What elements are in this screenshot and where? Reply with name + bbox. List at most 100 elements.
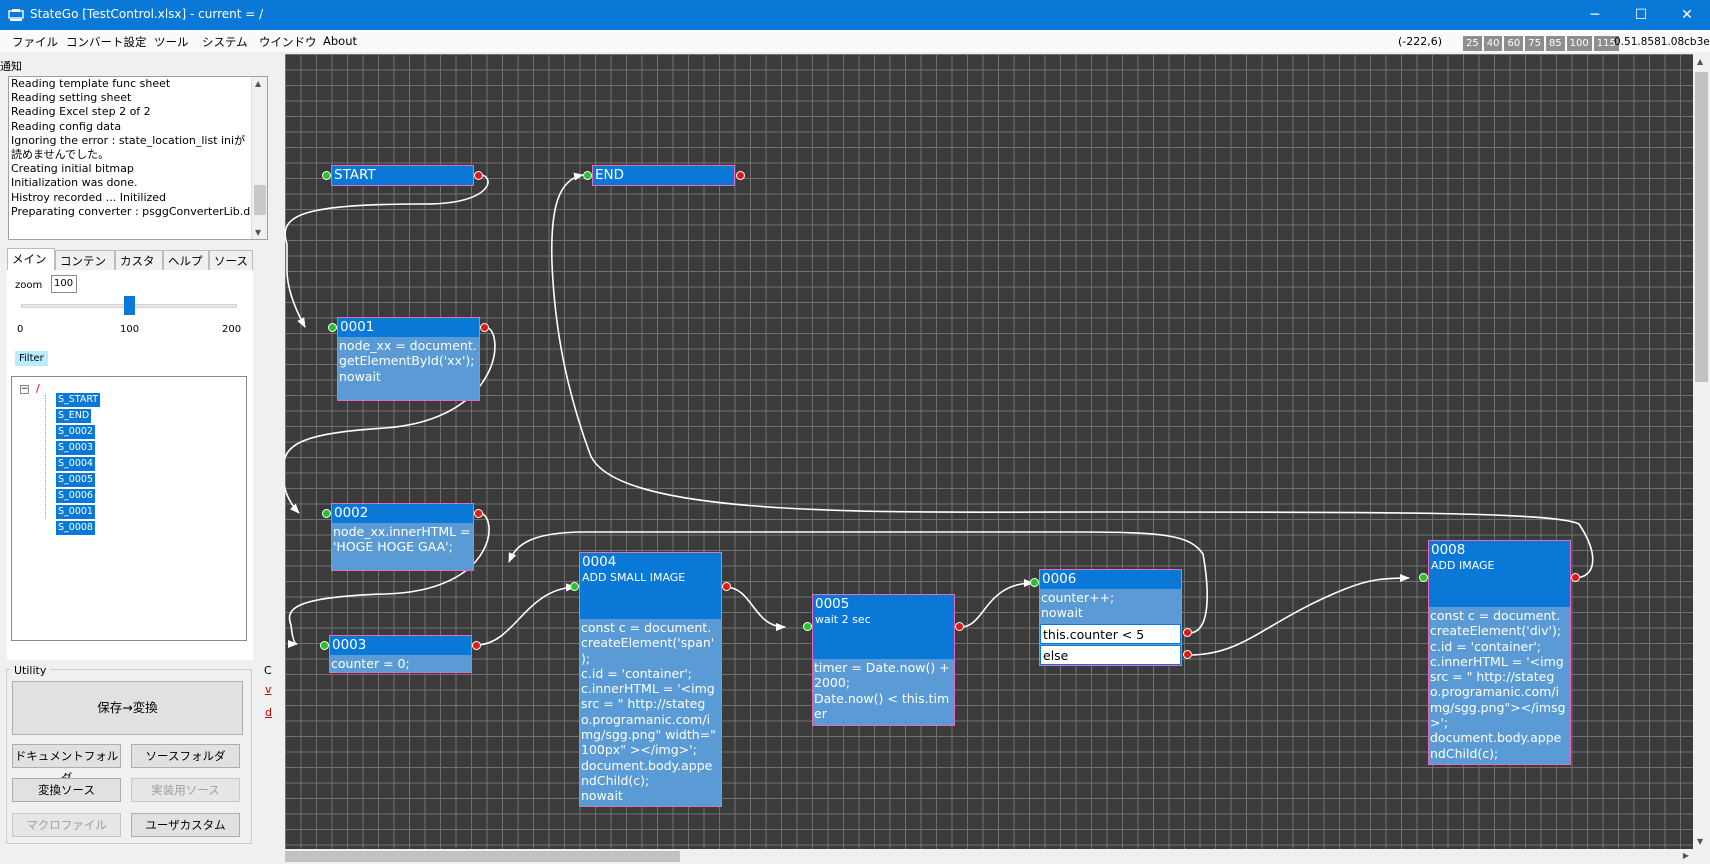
menu-about[interactable]: About (323, 34, 357, 48)
canvas-vertical-thumb[interactable] (1695, 72, 1708, 382)
canvas-vertical-scrollbar[interactable]: ▲ ▼ (1693, 54, 1710, 849)
menu-convert-settings[interactable]: コンバート設定 (66, 34, 147, 50)
state-0003-header: 0003 (330, 636, 471, 655)
log-line: 読めませんでした。 (11, 148, 110, 162)
zoom-chip-40[interactable]: 40 (1483, 36, 1503, 51)
0004-in-port[interactable] (570, 582, 579, 591)
start-out-port[interactable] (474, 171, 483, 180)
tree-item-s-start[interactable]: S_START (56, 393, 101, 407)
menu-file[interactable]: ファイル (12, 34, 58, 50)
title-bar[interactable]: StateGo [TestControl.xlsx] - current = /… (0, 0, 1710, 30)
macro-file-button[interactable]: マクロファイル (12, 813, 121, 837)
zoom-chip-85[interactable]: 85 (1545, 36, 1565, 51)
0002-in-port[interactable] (322, 509, 331, 518)
0006-in-port[interactable] (1030, 578, 1039, 587)
menu-window[interactable]: ウインドウ (259, 34, 317, 50)
tree-item-s-end[interactable]: S_END (56, 409, 92, 423)
save-convert-button[interactable]: 保存→変換 (12, 681, 243, 735)
0008-out-port[interactable] (1571, 573, 1580, 582)
state-0005-header: 0005 wait 2 sec (813, 595, 954, 659)
zoom-chip-60[interactable]: 60 (1504, 36, 1524, 51)
menu-tools[interactable]: ツール (154, 34, 189, 50)
zoom-chip-100[interactable]: 100 (1566, 36, 1592, 51)
close-button[interactable]: ✕ (1664, 0, 1710, 30)
zoom-input[interactable]: 100 (51, 275, 77, 293)
impl-source-button[interactable]: 実装用ソース (131, 778, 240, 802)
canvas-scroll-down-icon[interactable]: ▼ (1697, 837, 1703, 846)
0004-out-port[interactable] (722, 582, 731, 591)
0003-out-port[interactable] (472, 641, 481, 650)
0002-out-port[interactable] (474, 509, 483, 518)
branch-counter-less-than-5[interactable]: this.counter < 5 (1040, 624, 1181, 644)
state-end[interactable]: END (592, 165, 735, 186)
state-0008[interactable]: 0008 ADD IMAGE const c = document. creat… (1428, 540, 1571, 765)
tab-main[interactable]: メイン (7, 248, 55, 271)
tab-source[interactable]: ソース (209, 250, 253, 270)
menu-system[interactable]: システム (202, 34, 248, 50)
0003-in-port[interactable] (320, 641, 329, 650)
tree-item-s-0005[interactable]: S_0005 (56, 473, 95, 487)
zoom-slider-thumb[interactable] (123, 296, 135, 315)
log-line: Creating initial bitmap (11, 162, 134, 176)
collapse-icon[interactable]: − (20, 385, 29, 394)
clipped-link-v[interactable]: v (265, 683, 272, 696)
connector-0004-to-0005 (724, 586, 786, 631)
document-folder-button[interactable]: ドキュメントフォルダ (12, 744, 121, 785)
state-0006[interactable]: 0006 counter++; nowait this.counter < 5 … (1039, 569, 1182, 666)
clipped-link-d[interactable]: d (265, 706, 272, 719)
state-0003[interactable]: 0003 counter = 0; (329, 635, 472, 673)
state-start[interactable]: START (331, 165, 474, 186)
zoom-chip-25[interactable]: 25 (1463, 36, 1482, 51)
state-0004[interactable]: 0004 ADD SMALL IMAGE const c = document.… (579, 552, 722, 807)
convert-source-button[interactable]: 変換ソース (12, 778, 121, 802)
state-0005-text: timer = Date.now() + 2000; Date.now() < … (814, 660, 950, 721)
end-in-port[interactable] (583, 171, 592, 180)
filter-button[interactable]: Filter (15, 351, 48, 366)
tab-help[interactable]: ヘルプ (163, 250, 209, 270)
state-canvas[interactable]: START END 0001 node_xx = document. getEl… (285, 54, 1693, 849)
zoom-presets: 25 40 60 75 85 100 115 (1463, 36, 1621, 51)
0006-branch1-out-port[interactable] (1183, 628, 1192, 637)
0008-in-port[interactable] (1419, 573, 1428, 582)
minimize-button[interactable]: ─ (1572, 0, 1618, 30)
0005-in-port[interactable] (803, 622, 812, 631)
tree-item-s-0001[interactable]: S_0001 (56, 505, 95, 519)
tree-item-s-0006[interactable]: S_0006 (56, 489, 95, 503)
log-scroll-thumb[interactable] (254, 185, 266, 215)
tree-item-s-0008[interactable]: S_0008 (56, 521, 95, 535)
connector-0003-to-0004 (476, 583, 576, 646)
state-0005-name: 0005 (815, 596, 850, 612)
canvas-scroll-up-icon[interactable]: ▲ (1697, 57, 1703, 66)
source-folder-button[interactable]: ソースフォルダ (131, 744, 240, 768)
notice-log[interactable]: Reading template func sheet Reading sett… (8, 76, 268, 240)
scroll-up-icon[interactable]: ▲ (255, 79, 261, 88)
0001-in-port[interactable] (328, 323, 337, 332)
tree-item-s-0002[interactable]: S_0002 (56, 425, 95, 439)
log-scrollbar[interactable]: ▲ ▼ (251, 77, 267, 239)
scroll-down-icon[interactable]: ▼ (255, 228, 261, 237)
0001-out-port[interactable] (480, 323, 489, 332)
zoom-chip-75[interactable]: 75 (1525, 36, 1544, 51)
canvas-horizontal-thumb[interactable] (285, 851, 680, 862)
branch-else[interactable]: else (1040, 645, 1181, 665)
tree-item-s-0004[interactable]: S_0004 (56, 457, 95, 471)
state-0005-subtitle: wait 2 sec (815, 613, 871, 626)
state-0005[interactable]: 0005 wait 2 sec timer = Date.now() + 200… (812, 594, 955, 726)
maximize-button[interactable]: ☐ (1618, 0, 1664, 30)
canvas-horizontal-scrollbar[interactable]: ▶ (285, 849, 1693, 864)
canvas-scroll-right-icon[interactable]: ▶ (1683, 851, 1689, 860)
0005-out-port[interactable] (955, 622, 964, 631)
tree-root[interactable]: / (36, 382, 40, 395)
start-in-port[interactable] (322, 171, 331, 180)
tab-contents[interactable]: コンテンツ (55, 250, 115, 284)
tab-custom[interactable]: カスタム (115, 250, 163, 284)
state-0001[interactable]: 0001 node_xx = document. getElementById(… (337, 317, 480, 401)
window-title: StateGo [TestControl.xlsx] - current = / (30, 7, 264, 21)
end-out-port[interactable] (736, 171, 745, 180)
user-custom-button[interactable]: ユーザカスタム (131, 813, 240, 837)
connector-0008-to-end (550, 172, 1594, 579)
state-tree[interactable]: − / S_START S_END S_0002 S_0003 S_0004 S… (11, 376, 247, 641)
tree-item-s-0003[interactable]: S_0003 (56, 441, 95, 455)
0006-branch2-out-port[interactable] (1183, 650, 1192, 659)
state-0002[interactable]: 0002 node_xx.innerHTML = 'HOGE HOGE GAA'… (331, 503, 474, 571)
